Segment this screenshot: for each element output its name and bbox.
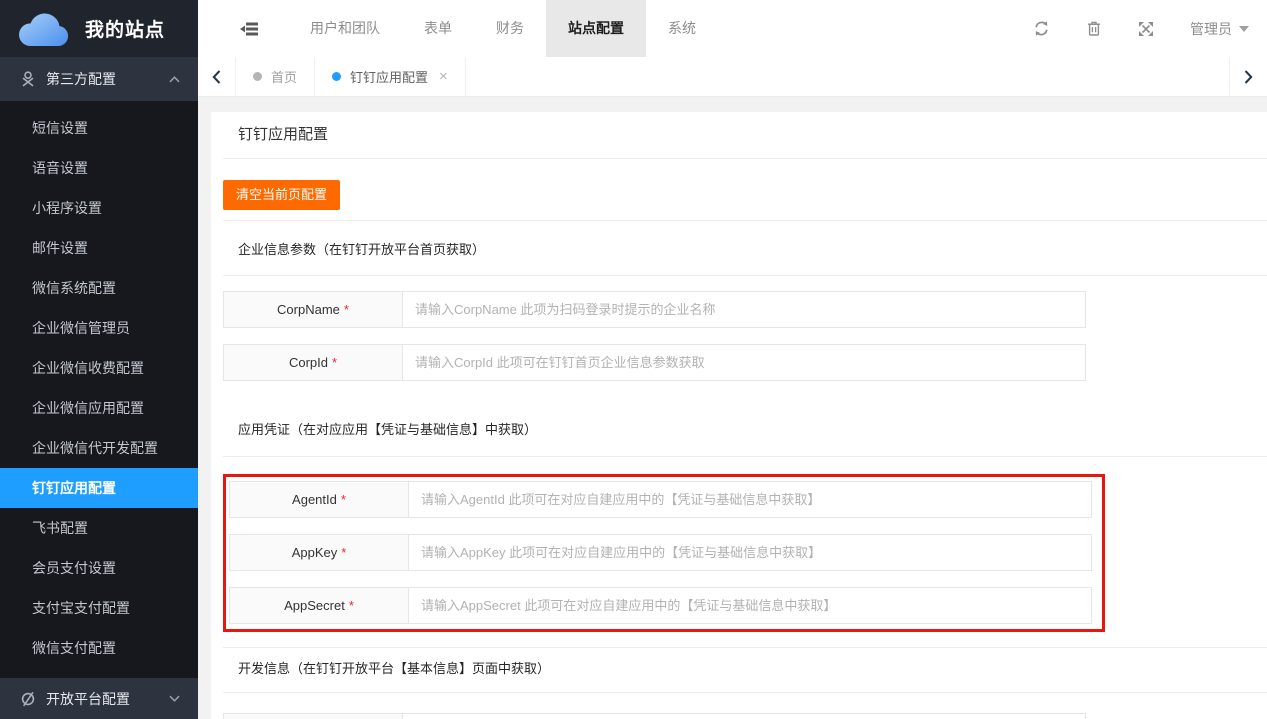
field-label-text: CorpId: [289, 355, 328, 370]
sidebar-item-mail-settings[interactable]: 邮件设置: [0, 228, 198, 268]
top-header: 用户和团队 表单 财务 站点配置 系统: [198, 0, 1267, 58]
section-title-dev-info: 开发信息（在钉钉开放平台【基本信息】页面中获取）: [223, 660, 1267, 678]
sidebar-group-third-party[interactable]: 第三方配置: [0, 57, 198, 101]
nav-item-finance[interactable]: 财务: [474, 0, 546, 57]
tabs-scroll-right-icon[interactable]: [1229, 57, 1267, 96]
required-mark: *: [332, 355, 337, 370]
sidebar-item-wecom-admin[interactable]: 企业微信管理员: [0, 308, 198, 348]
dev-info-input[interactable]: [402, 713, 1086, 719]
field-row-appsecret: AppSecret *: [229, 587, 1093, 624]
admin-label: 管理员: [1190, 19, 1232, 39]
tab-close-icon[interactable]: ×: [439, 68, 448, 85]
nav-item-forms[interactable]: 表单: [402, 0, 474, 57]
trash-icon[interactable]: [1086, 20, 1102, 37]
field-row-agentid: AgentId *: [229, 481, 1093, 518]
header-actions: 管理员: [1033, 19, 1267, 39]
field-label-text: CorpName: [277, 302, 340, 317]
section-title-corp-info: 企业信息参数（在钉钉开放平台首页获取）: [223, 241, 1267, 259]
required-mark: *: [341, 492, 346, 507]
open-platform-icon: [20, 691, 36, 707]
sidebar-group-label: 第三方配置: [46, 69, 169, 89]
sidebar-item-alipay-payment-config[interactable]: 支付宝支付配置: [0, 588, 198, 628]
toolbar: 清空当前页配置: [223, 180, 1267, 210]
brand-logo[interactable]: 我的站点: [0, 0, 198, 57]
corpname-input[interactable]: [402, 291, 1086, 328]
sidebar-menu: 短信设置 语音设置 小程序设置 邮件设置 微信系统配置 企业微信管理员 企业微信…: [0, 101, 198, 668]
required-mark: *: [341, 545, 346, 560]
nav-item-site-config[interactable]: 站点配置: [546, 0, 646, 57]
tab-status-dot: [332, 72, 341, 81]
sidebar-item-wecom-billing-config[interactable]: 企业微信收费配置: [0, 348, 198, 388]
caret-down-icon: [1239, 26, 1249, 32]
main-content: 钉钉应用配置 清空当前页配置 企业信息参数（在钉钉开放平台首页获取） CorpN…: [211, 112, 1267, 719]
field-label: [223, 713, 402, 719]
required-mark: *: [349, 598, 354, 613]
field-label: CorpName *: [223, 291, 402, 328]
field-label-text: AppKey: [292, 545, 338, 560]
page-title: 钉钉应用配置: [223, 112, 1267, 158]
divider: [223, 456, 1267, 457]
tab-bar: 首页 钉钉应用配置 ×: [198, 57, 1267, 97]
refresh-icon[interactable]: [1033, 20, 1050, 37]
sidebar-item-wecom-app-config[interactable]: 企业微信应用配置: [0, 388, 198, 428]
sidebar-group-open-platform[interactable]: 开放平台配置: [0, 678, 198, 719]
appkey-input[interactable]: [408, 534, 1092, 571]
divider: [223, 220, 1267, 221]
cloud-logo-icon: [16, 10, 72, 48]
sidebar-item-wecom-dev-config[interactable]: 企业微信代开发配置: [0, 428, 198, 468]
top-nav: 用户和团队 表单 财务 站点配置 系统: [288, 0, 718, 57]
field-label: AppSecret *: [229, 587, 408, 624]
sidebar-item-dingtalk-app-config[interactable]: 钉钉应用配置: [0, 468, 198, 508]
highlight-annotation-box: AgentId * AppKey * AppSecret *: [223, 474, 1105, 632]
required-mark: *: [344, 302, 349, 317]
chevron-down-icon: [169, 695, 180, 702]
nav-item-users-teams[interactable]: 用户和团队: [288, 0, 402, 57]
tab-status-dot: [253, 72, 262, 81]
divider: [223, 158, 1267, 159]
field-label-text: AppSecret: [284, 598, 345, 613]
sidebar-item-member-payment-settings[interactable]: 会员支付设置: [0, 548, 198, 588]
sidebar-item-wechat-payment-config[interactable]: 微信支付配置: [0, 628, 198, 668]
site-title: 我的站点: [85, 15, 165, 42]
sidebar-group-label: 开放平台配置: [46, 689, 169, 709]
divider: [223, 692, 1267, 693]
appsecret-input[interactable]: [408, 587, 1092, 624]
tab-home[interactable]: 首页: [236, 57, 315, 96]
sidebar-item-wechat-system-config[interactable]: 微信系统配置: [0, 268, 198, 308]
field-row-appkey: AppKey *: [229, 534, 1093, 571]
clear-page-config-button[interactable]: 清空当前页配置: [223, 180, 340, 210]
sidebar-item-sms-settings[interactable]: 短信设置: [0, 108, 198, 148]
chevron-up-icon: [169, 76, 180, 83]
sidebar-item-miniprogram-settings[interactable]: 小程序设置: [0, 188, 198, 228]
tabs-scroll-left-icon[interactable]: [198, 57, 236, 96]
collapse-sidebar-icon[interactable]: [240, 22, 258, 36]
tab-label: 钉钉应用配置: [350, 67, 428, 86]
field-label: CorpId *: [223, 344, 402, 381]
admin-menu[interactable]: 管理员: [1190, 19, 1249, 39]
fullscreen-icon[interactable]: [1138, 21, 1154, 37]
sidebar-item-feishu-config[interactable]: 飞书配置: [0, 508, 198, 548]
field-row-partial: [223, 713, 1087, 719]
corpid-input[interactable]: [402, 344, 1086, 381]
field-row-corpid: CorpId *: [223, 344, 1087, 381]
section-title-app-credentials: 应用凭证（在对应应用【凭证与基础信息】中获取）: [223, 421, 1267, 439]
field-label: AgentId *: [229, 481, 408, 518]
divider: [223, 647, 1267, 648]
agentid-input[interactable]: [408, 481, 1092, 518]
field-label-text: AgentId: [292, 492, 337, 507]
field-label: AppKey *: [229, 534, 408, 571]
nav-item-system[interactable]: 系统: [646, 0, 718, 57]
sidebar-item-voice-settings[interactable]: 语音设置: [0, 148, 198, 188]
third-party-icon: [20, 71, 36, 87]
tab-dingtalk-app-config[interactable]: 钉钉应用配置 ×: [315, 57, 466, 96]
divider: [223, 275, 1267, 276]
app-root: 我的站点 第三方配置 短信设置 语音设置 小程序设置 邮件设置 微信系统配置 企…: [0, 0, 1267, 719]
field-row-corpname: CorpName *: [223, 291, 1087, 328]
sidebar: 我的站点 第三方配置 短信设置 语音设置 小程序设置 邮件设置 微信系统配置 企…: [0, 0, 198, 719]
tab-label: 首页: [271, 67, 297, 86]
